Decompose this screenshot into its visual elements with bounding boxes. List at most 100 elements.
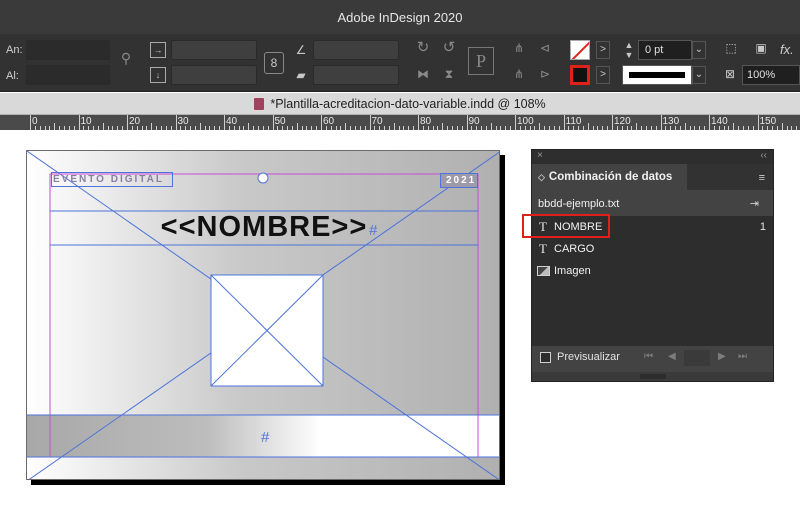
year-text-frame[interactable]: 2021: [440, 173, 478, 188]
rotate-angle-field[interactable]: [313, 40, 399, 60]
frame-fitting-icon[interactable]: ⬚: [722, 40, 740, 58]
stroke-weight-stepper-icon[interactable]: ▲ ▼: [622, 40, 636, 60]
ruler-major-tick: [321, 115, 322, 130]
shear-angle-field[interactable]: [313, 65, 399, 85]
control-panel: An: Al: ⚲ → ↓ 8 ∠ ▰ ↻ ↺ ⧓ ⧗ P ⋔ ⊲ ⋔ ⊳ > …: [0, 34, 800, 92]
panel-header-strip: × ‹‹: [532, 150, 773, 164]
height-field[interactable]: [26, 65, 110, 85]
select-container-icon[interactable]: ⋔: [510, 40, 528, 58]
field-name: CARGO: [554, 243, 595, 255]
ruler-label: 20: [129, 116, 141, 127]
opacity-field[interactable]: 100%: [742, 65, 800, 85]
field-row-cargo[interactable]: T CARGO: [532, 238, 773, 260]
panel-menu-icon[interactable]: ≡: [759, 172, 765, 184]
panel-title: Combinación de datos: [548, 171, 673, 183]
ruler-major-tick: [515, 115, 516, 130]
ruler-label: 10: [80, 116, 92, 127]
record-number-field[interactable]: [684, 350, 710, 366]
ruler-minor-tick: [733, 123, 735, 130]
document-tab[interactable]: *Plantilla-acreditacion-dato-variable.in…: [0, 93, 800, 115]
field-row-imagen[interactable]: Imagen: [532, 260, 773, 282]
indd-file-icon: [254, 97, 265, 110]
panel-scrollbar[interactable]: [532, 372, 773, 381]
ruler-minor-tick: [684, 123, 686, 130]
data-merge-panel: × ‹‹ ◇ Combinación de datos ≡ bbdd-ejempl…: [531, 149, 774, 382]
select-previous-icon[interactable]: ⊲: [536, 40, 554, 58]
ruler-minor-tick: [587, 123, 589, 130]
ruler-major-tick: [612, 115, 613, 130]
ruler-major-tick: [272, 115, 274, 130]
stroke-swatch[interactable]: [570, 65, 590, 85]
rotate-ccw-icon[interactable]: ↺: [440, 40, 458, 58]
last-record-icon[interactable]: ⏭: [738, 351, 747, 362]
constrain-proportions-icon[interactable]: ⚲: [116, 50, 136, 70]
width-label: An:: [6, 44, 23, 56]
panel-close-icon[interactable]: ×: [537, 150, 543, 161]
data-source-row: bbdd-ejemplo.txt ⇥: [532, 194, 773, 214]
preview-checkbox[interactable]: [540, 352, 551, 363]
first-record-icon[interactable]: ⏮: [644, 351, 653, 362]
band-frame-marker: #: [261, 429, 270, 446]
indesign-window: Adobe InDesign 2020 An: Al: ⚲ → ↓ 8 ∠ ▰ …: [0, 0, 800, 514]
ruler-minor-tick: [539, 123, 541, 130]
tab-arrows-icon: ◇: [538, 172, 545, 182]
name-placeholder[interactable]: <<NOMBRE>>: [27, 211, 499, 244]
flip-vertical-icon[interactable]: ⧗: [440, 66, 458, 84]
ruler-label: 30: [177, 116, 189, 127]
stroke-type-dropdown[interactable]: ⌄: [692, 66, 706, 84]
scale-x-field[interactable]: [171, 40, 257, 60]
ruler-major-tick: [709, 115, 710, 130]
data-source-name: bbdd-ejemplo.txt: [538, 198, 620, 210]
panel-collapse-icon[interactable]: ‹‹: [760, 150, 767, 161]
horizontal-ruler[interactable]: 0 10 20 30 40 50 60 70 80 90 100 110 120 130 140 150: [0, 115, 800, 130]
rotate-cw-icon[interactable]: ↻: [414, 40, 432, 58]
window-title: Adobe InDesign 2020: [337, 9, 463, 25]
ruler-minor-tick: [54, 123, 56, 130]
panel-scroll-thumb[interactable]: [640, 374, 666, 379]
field-name: Imagen: [554, 265, 591, 277]
stroke-weight-field[interactable]: 0 pt: [638, 40, 692, 60]
constrain-scale-icon[interactable]: 8: [264, 52, 284, 74]
select-content-icon[interactable]: ⋔: [510, 66, 528, 84]
fill-none-swatch[interactable]: [570, 40, 590, 60]
width-field[interactable]: [26, 40, 110, 60]
ruler-minor-tick: [199, 123, 201, 130]
effects-label[interactable]: fx.: [780, 42, 794, 57]
stroke-weight-dropdown[interactable]: ⌄: [692, 41, 706, 59]
next-record-icon[interactable]: ▶: [718, 351, 726, 362]
window-title-bar: Adobe InDesign 2020: [0, 0, 800, 34]
ruler-minor-tick: [151, 123, 153, 130]
ruler-minor-tick: [345, 123, 347, 130]
scale-y-field[interactable]: [171, 65, 257, 85]
select-next-icon[interactable]: ⊳: [536, 66, 554, 84]
ruler-major-tick: [757, 115, 759, 130]
drop-shadow-icon[interactable]: ▣: [752, 40, 770, 58]
scale-y-icon: ↓: [150, 67, 166, 83]
ruler-minor-tick: [442, 123, 444, 130]
ruler-label: 50: [274, 116, 286, 127]
ruler-label: 90: [468, 116, 480, 127]
ruler-major-tick: [418, 115, 419, 130]
ruler-label: 60: [323, 116, 335, 127]
image-field-icon: [537, 266, 550, 276]
fill-chevron-icon[interactable]: >: [596, 41, 610, 59]
event-text-frame[interactable]: EVENTO DIGITAL: [51, 172, 173, 187]
rotate-angle-icon: ∠: [295, 43, 307, 57]
ruler-label: 40: [226, 116, 238, 127]
previous-record-icon[interactable]: ◀: [668, 351, 676, 362]
flip-horizontal-icon[interactable]: ⧓: [414, 66, 432, 84]
stroke-type-preview[interactable]: [622, 65, 692, 85]
document-tab-title: *Plantilla-acreditacion-dato-variable.in…: [270, 96, 546, 111]
ruler-major-tick: [466, 115, 468, 130]
reference-point-icon[interactable]: P: [468, 47, 494, 75]
tab-data-merge[interactable]: ◇ Combinación de datos: [532, 164, 687, 190]
ruler-minor-tick: [490, 123, 492, 130]
panel-tab-row: ◇ Combinación de datos ≡: [532, 164, 773, 190]
ruler-major-tick: [127, 115, 128, 130]
text-field-icon: T: [539, 241, 547, 256]
stroke-chevron-icon[interactable]: >: [596, 66, 610, 84]
ruler-minor-tick: [296, 123, 298, 130]
document-page[interactable]: EVENTO DIGITAL 2021 <<NOMBRE>> # #: [26, 150, 500, 480]
update-source-icon[interactable]: ⇥: [750, 194, 759, 214]
ruler-minor-tick: [248, 123, 250, 130]
